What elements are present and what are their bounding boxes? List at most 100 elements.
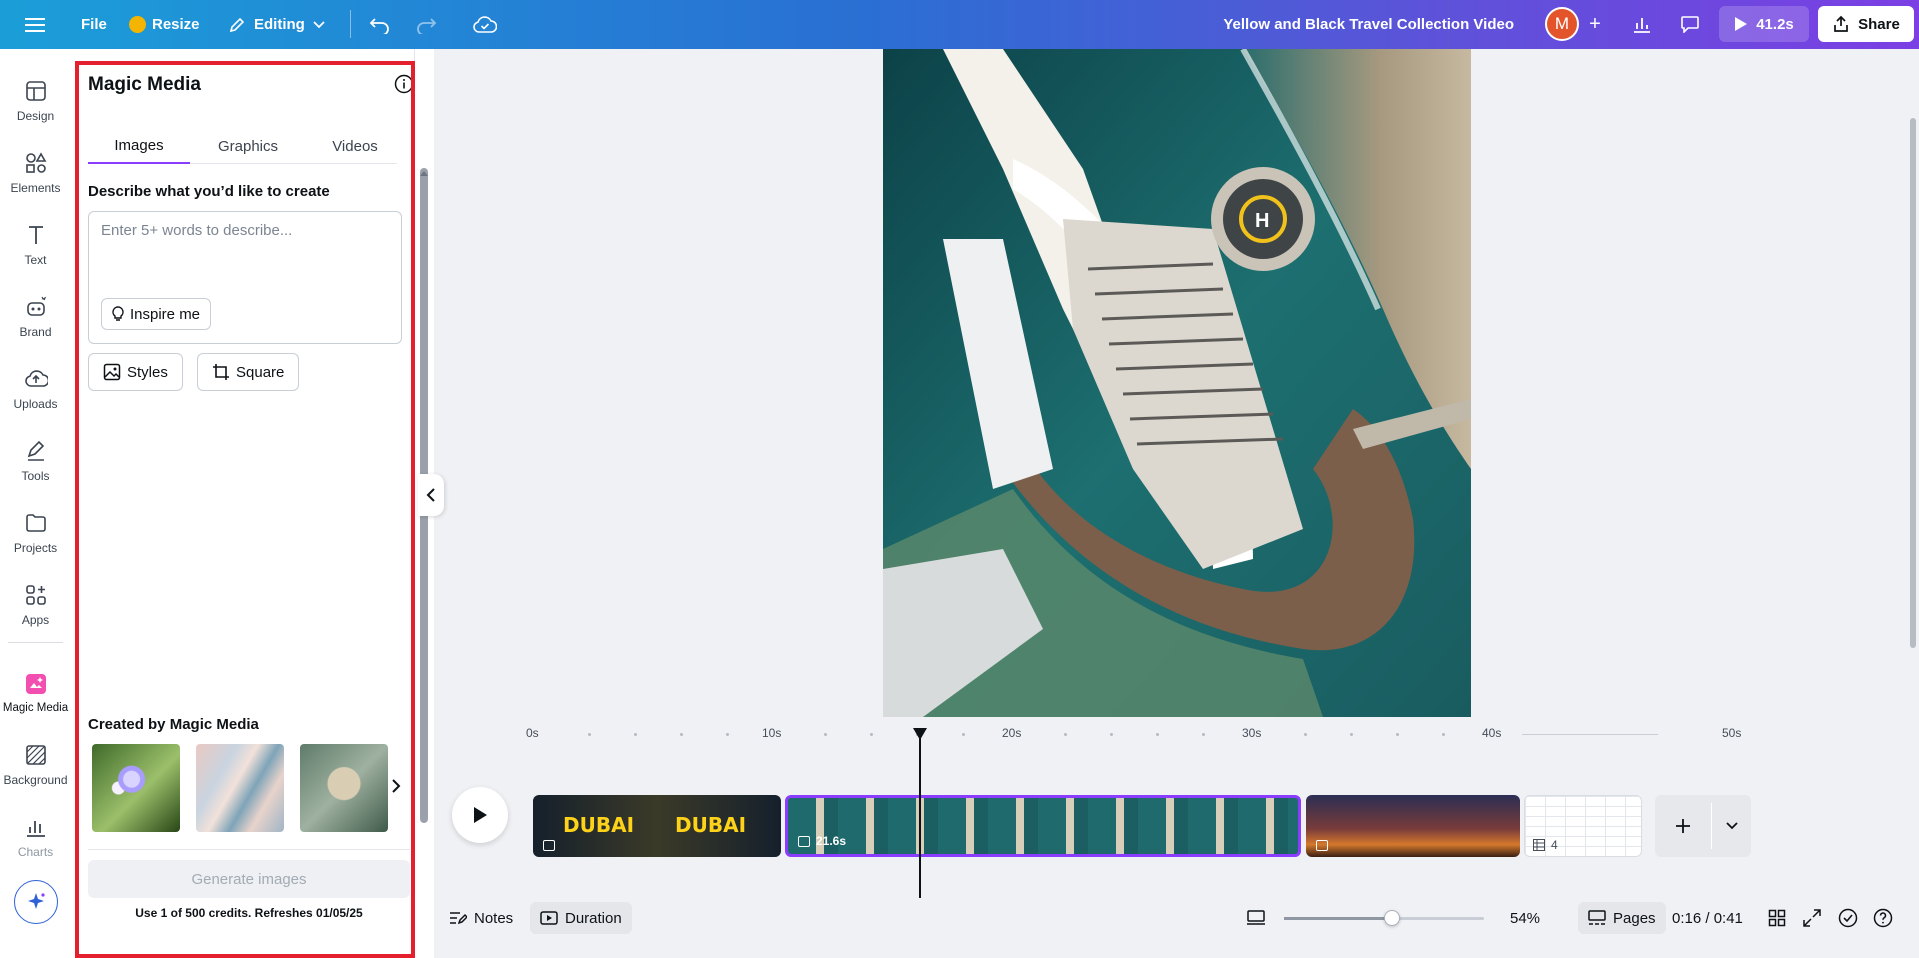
scroll-up-arrow-icon[interactable] bbox=[420, 170, 428, 176]
comments-button[interactable] bbox=[1675, 6, 1705, 42]
styles-button[interactable]: Styles bbox=[88, 353, 183, 391]
invite-button[interactable]: + bbox=[1580, 9, 1610, 39]
charts-icon bbox=[26, 821, 45, 837]
resize-button[interactable]: Resize bbox=[129, 0, 200, 49]
editing-mode-dropdown[interactable]: Editing bbox=[228, 0, 325, 49]
play-icon bbox=[1735, 17, 1748, 31]
monitor-icon bbox=[1247, 910, 1265, 925]
document-title[interactable]: Yellow and Black Travel Collection Video bbox=[1223, 0, 1514, 49]
rail-item-design[interactable]: Design bbox=[0, 69, 71, 133]
background-icon bbox=[25, 745, 46, 765]
timeline-play-button[interactable] bbox=[452, 787, 508, 843]
image-style-icon bbox=[103, 363, 121, 381]
zoom-slider-handle[interactable] bbox=[1384, 910, 1400, 926]
ruler-dot bbox=[1110, 733, 1113, 736]
timeline-ruler[interactable]: 0s 10s 20s 30s 40s 50s bbox=[434, 726, 1919, 750]
prompt-input[interactable] bbox=[101, 222, 391, 239]
share-button[interactable]: Share bbox=[1818, 6, 1914, 42]
panel-divider bbox=[88, 849, 410, 850]
ruler-tick-label: 30s bbox=[1242, 726, 1262, 740]
redo-button[interactable] bbox=[415, 0, 437, 49]
ruler-dot bbox=[1442, 733, 1445, 736]
inspire-me-button[interactable]: Inspire me bbox=[101, 298, 212, 330]
notes-button[interactable]: Notes bbox=[449, 897, 513, 939]
canvas-scrollbar[interactable] bbox=[1910, 118, 1916, 648]
undo-button[interactable] bbox=[369, 0, 391, 49]
prompt-box[interactable]: Inspire me bbox=[88, 211, 402, 344]
help-icon bbox=[1873, 908, 1893, 928]
rail-item-apps[interactable]: Apps bbox=[0, 573, 71, 637]
plus-icon: + bbox=[1589, 12, 1601, 35]
duration-button[interactable]: Duration bbox=[530, 902, 632, 934]
prompt-label: Describe what you’d like to create bbox=[88, 183, 330, 200]
save-status-button[interactable] bbox=[473, 0, 497, 49]
hamburger-icon bbox=[24, 14, 46, 36]
rail-item-projects[interactable]: Projects bbox=[0, 501, 71, 565]
rail-item-text[interactable]: Text bbox=[0, 213, 71, 277]
zoom-percent[interactable]: 54% bbox=[1510, 897, 1540, 939]
tab-videos[interactable]: Videos bbox=[313, 128, 397, 164]
ruler-dot bbox=[1202, 733, 1205, 736]
undo-icon bbox=[369, 17, 389, 34]
magic-assistant-button[interactable] bbox=[14, 880, 58, 924]
page-count-badge: 4 bbox=[1533, 838, 1558, 852]
add-page-button[interactable] bbox=[1655, 795, 1711, 857]
magic-media-icon bbox=[25, 674, 46, 694]
timeline-clip[interactable]: DUBAI DUBAI bbox=[533, 795, 781, 857]
timeline-playhead[interactable] bbox=[919, 728, 921, 898]
check-button[interactable] bbox=[1838, 897, 1858, 939]
generated-thumbnail[interactable] bbox=[300, 744, 388, 832]
share-icon bbox=[1834, 15, 1848, 32]
rail-item-tools[interactable]: Tools bbox=[0, 429, 71, 493]
help-button[interactable] bbox=[1873, 897, 1893, 939]
generated-thumbnail[interactable] bbox=[196, 744, 284, 832]
add-page-group bbox=[1655, 795, 1751, 857]
ruler-tick-label: 20s bbox=[1002, 726, 1022, 740]
zoom-slider[interactable] bbox=[1284, 910, 1484, 926]
video-icon bbox=[798, 835, 810, 847]
ruler-dot bbox=[824, 733, 827, 736]
ruler-dot bbox=[1304, 733, 1307, 736]
timeline-clip-selected[interactable]: 21.6s bbox=[785, 795, 1301, 857]
aspect-ratio-button[interactable]: Square bbox=[197, 353, 300, 391]
ruler-dot bbox=[726, 733, 729, 736]
timeline-clip[interactable] bbox=[1306, 795, 1520, 857]
cloud-upload-icon bbox=[24, 370, 48, 387]
pages-button[interactable]: Pages bbox=[1578, 902, 1666, 934]
present-play-button[interactable]: 41.2s bbox=[1719, 6, 1809, 42]
add-page-options-button[interactable] bbox=[1712, 795, 1751, 857]
ruler-dot bbox=[1064, 733, 1067, 736]
collapse-panel-button[interactable] bbox=[418, 474, 444, 516]
chevron-down-icon bbox=[1725, 822, 1738, 830]
bottom-toolbar: Notes Duration 54% Pages 0:16 / 0:41 bbox=[434, 897, 1919, 939]
crown-icon bbox=[129, 16, 146, 33]
created-by-label: Created by Magic Media bbox=[88, 716, 259, 733]
avatar[interactable]: M bbox=[1545, 7, 1579, 41]
fullscreen-button[interactable] bbox=[1803, 897, 1821, 939]
clip-badge: 21.6s bbox=[798, 834, 846, 848]
timeline-clip[interactable]: 4 bbox=[1524, 795, 1642, 857]
insights-button[interactable] bbox=[1627, 6, 1657, 42]
rail-item-magic-media[interactable]: Magic Media bbox=[0, 661, 71, 725]
side-rail: Design Elements Text Brand Uploads Tools… bbox=[0, 49, 71, 958]
info-icon[interactable] bbox=[394, 74, 414, 94]
rail-item-elements[interactable]: Elements bbox=[0, 141, 71, 205]
rail-item-uploads[interactable]: Uploads bbox=[0, 357, 71, 421]
notes-icon bbox=[450, 912, 467, 925]
menu-button[interactable] bbox=[24, 0, 46, 49]
generate-images-button[interactable]: Generate images bbox=[88, 860, 410, 898]
clip-title-text: DUBAI bbox=[675, 813, 747, 837]
rail-item-charts[interactable]: Charts bbox=[0, 805, 71, 869]
rail-item-brand[interactable]: Brand bbox=[0, 285, 71, 349]
ruler-dot bbox=[1350, 733, 1353, 736]
grid-view-button[interactable] bbox=[1768, 897, 1786, 939]
generated-thumbnail[interactable] bbox=[92, 744, 180, 832]
file-menu-button[interactable]: File bbox=[81, 0, 107, 49]
tab-images[interactable]: Images bbox=[88, 128, 190, 164]
design-page[interactable]: H bbox=[883, 49, 1471, 717]
page-view-toggle[interactable] bbox=[1246, 897, 1266, 939]
folder-icon bbox=[25, 514, 46, 532]
chevron-right-icon[interactable] bbox=[388, 778, 404, 794]
tab-graphics[interactable]: Graphics bbox=[198, 128, 298, 164]
rail-item-background[interactable]: Background bbox=[0, 733, 71, 797]
